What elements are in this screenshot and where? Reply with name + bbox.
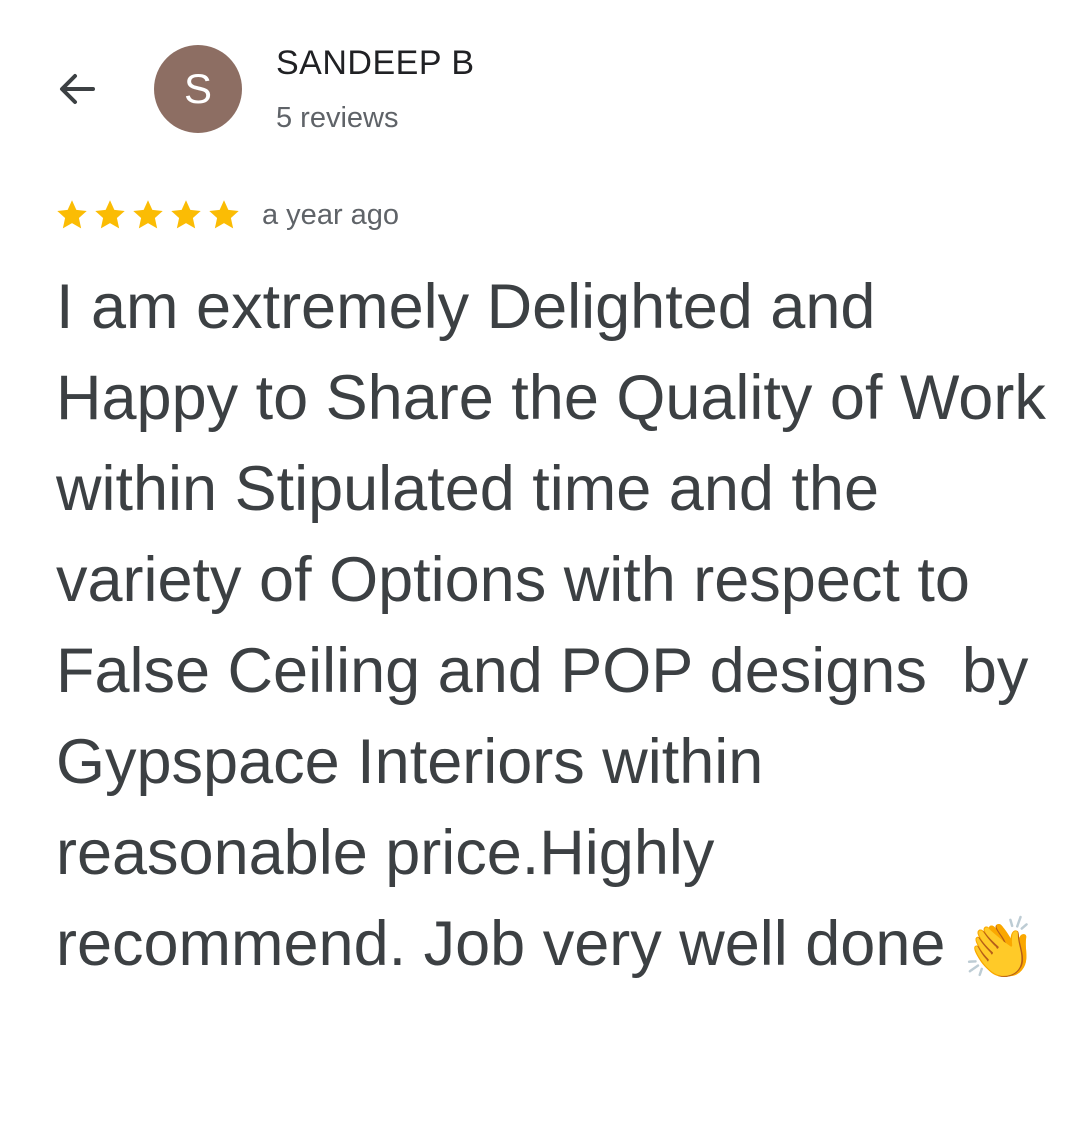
star-icon — [57, 200, 87, 229]
review-text: I am extremely Delighted and Happy to Sh… — [56, 262, 1046, 990]
clapping-hands-icon: 👏 — [962, 914, 1038, 984]
star-icon — [133, 200, 163, 229]
rating-row: a year ago — [54, 192, 399, 238]
author-name[interactable]: SANDEEP B — [276, 44, 475, 83]
star-icon — [171, 200, 201, 229]
avatar[interactable]: S — [154, 45, 242, 133]
review-count: 5 reviews — [276, 102, 399, 134]
arrow-left-icon — [60, 74, 95, 104]
star-icon — [209, 200, 239, 229]
review-timestamp: a year ago — [262, 198, 400, 231]
star-rating — [54, 197, 242, 233]
star-icon — [95, 200, 125, 229]
review-body: I am extremely Delighted and Happy to Sh… — [56, 272, 1064, 979]
avatar-letter: S — [183, 65, 212, 112]
review-card: S SANDEEP B 5 reviews a year ago I am ex… — [0, 0, 1080, 1144]
back-button[interactable] — [46, 58, 108, 120]
